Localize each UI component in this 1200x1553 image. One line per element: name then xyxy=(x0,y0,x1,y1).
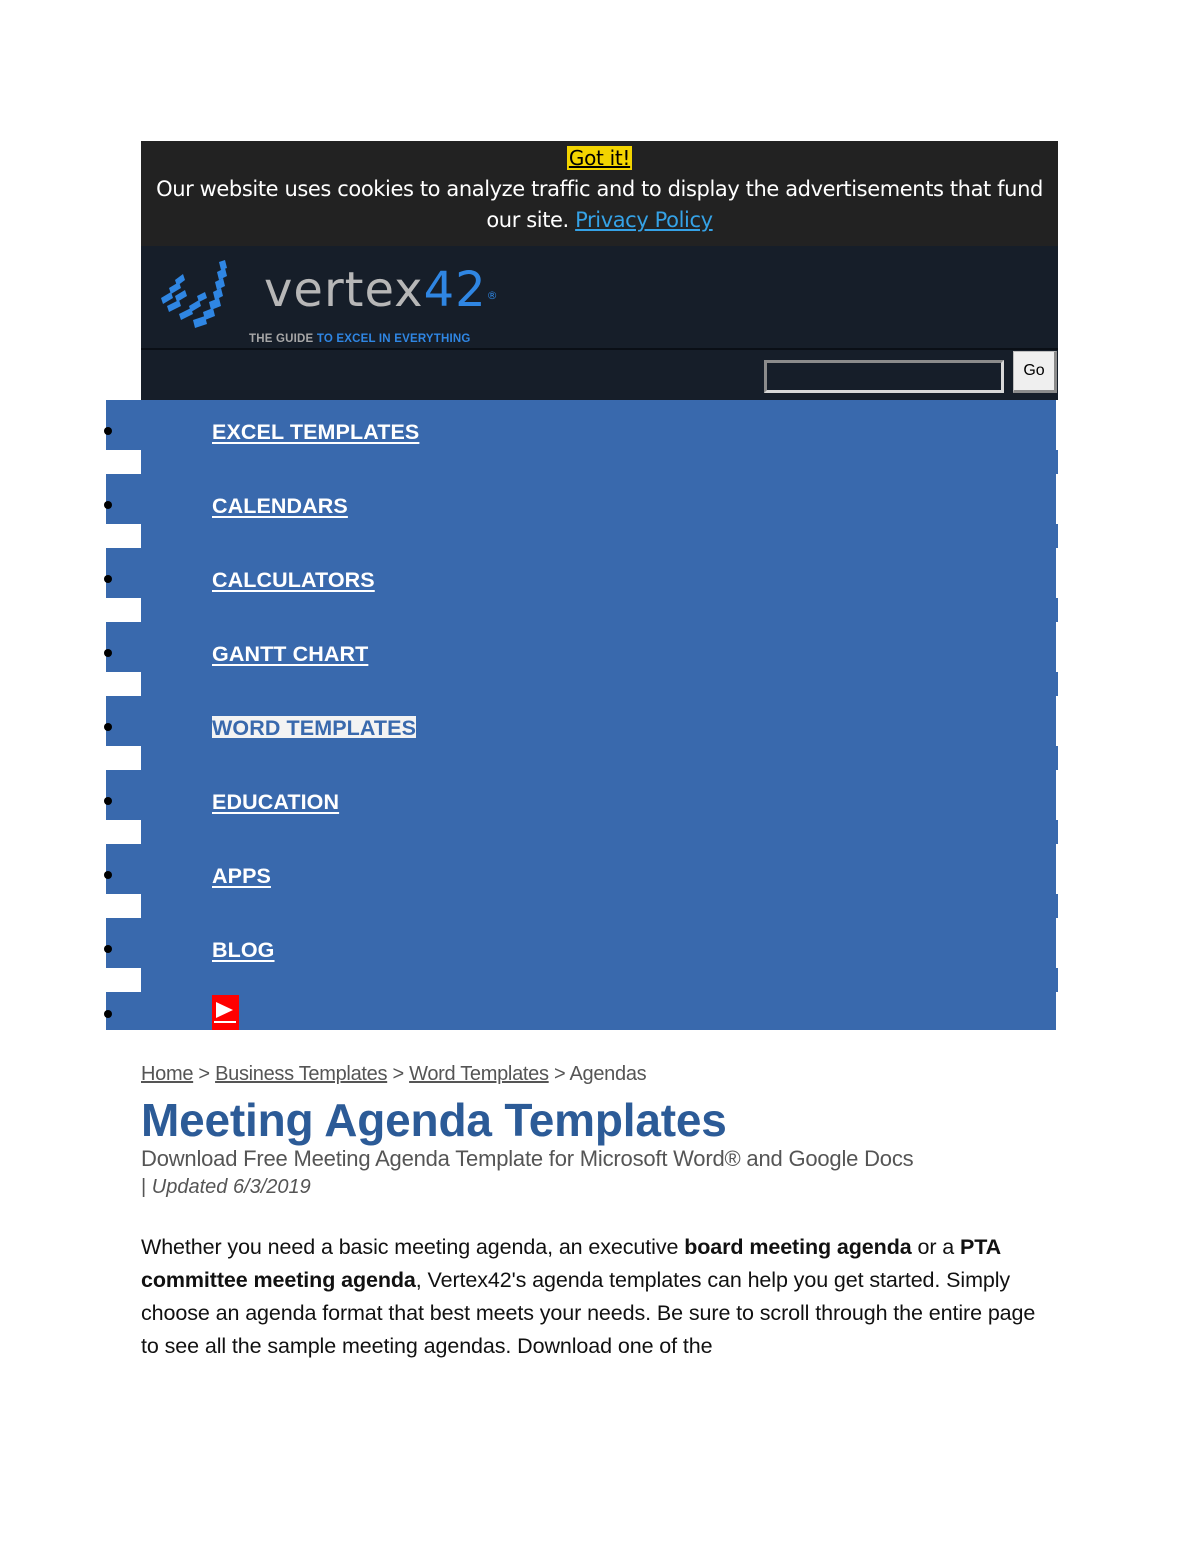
nav-item-apps: APPS xyxy=(0,844,1200,918)
bullet-icon xyxy=(104,797,112,805)
nav-link-word-templates[interactable]: WORD TEMPLATES xyxy=(212,716,417,740)
cookie-message: Our website uses cookies to analyze traf… xyxy=(141,174,1058,236)
logo-mark-icon xyxy=(161,260,227,328)
logo-tagline: THE GUIDE TO EXCEL IN EVERYTHING xyxy=(249,333,471,345)
breadcrumb-home[interactable]: Home xyxy=(141,1063,193,1085)
bullet-icon xyxy=(104,575,112,583)
separator-bar: | xyxy=(141,1176,147,1198)
nav-link-gantt-chart[interactable]: GANTT CHART xyxy=(212,642,368,666)
nav-item-youtube xyxy=(0,992,1200,1030)
nav-item-gantt-chart: GANTT CHART xyxy=(0,622,1200,696)
bullet-icon xyxy=(104,871,112,879)
nav-item-word-templates: WORD TEMPLATES xyxy=(0,696,1200,770)
vertex42-logo[interactable]: vertex42® THE GUIDE TO EXCEL IN EVERYTHI… xyxy=(159,258,499,345)
updated-date: | Updated 6/3/2019 xyxy=(141,1174,311,1200)
logo-word: vertex xyxy=(264,262,424,318)
registered-mark: ® xyxy=(486,289,499,302)
nav-item-education: EDUCATION xyxy=(0,770,1200,844)
breadcrumb-current: Agendas xyxy=(569,1063,647,1085)
link-underline xyxy=(214,1021,236,1023)
main-nav: EXCEL TEMPLATES CALENDARS CALCULATORS GA… xyxy=(0,400,1200,1030)
intro-text: or a xyxy=(911,1235,960,1259)
nav-link-excel-templates[interactable]: EXCEL TEMPLATES xyxy=(212,420,419,444)
breadcrumb-business-templates[interactable]: Business Templates xyxy=(215,1063,387,1085)
tagline-prefix: THE GUIDE xyxy=(249,333,314,345)
nav-link-calculators[interactable]: CALCULATORS xyxy=(212,568,375,592)
youtube-play-button[interactable] xyxy=(212,995,239,1030)
breadcrumb-word-templates[interactable]: Word Templates xyxy=(409,1063,549,1085)
search-bar: Go xyxy=(141,348,1058,400)
got-it-button[interactable]: Got it! xyxy=(566,146,633,170)
tagline-suffix: TO EXCEL IN EVERYTHING xyxy=(316,333,471,345)
bullet-icon xyxy=(104,723,112,731)
page-title: Meeting Agenda Templates xyxy=(141,1094,727,1146)
nav-item-blog: BLOG xyxy=(0,918,1200,992)
breadcrumb-separator: > xyxy=(198,1063,210,1085)
logo-wordmark: vertex42® xyxy=(264,264,499,316)
nav-link-education[interactable]: EDUCATION xyxy=(212,790,339,814)
intro-text: Whether you need a basic meeting agenda,… xyxy=(141,1235,685,1259)
nav-item-calendars: CALENDARS xyxy=(0,474,1200,548)
breadcrumb-separator: > xyxy=(392,1063,404,1085)
nav-link-apps[interactable]: APPS xyxy=(212,864,271,888)
bullet-icon xyxy=(104,945,112,953)
site-header: vertex42® THE GUIDE TO EXCEL IN EVERYTHI… xyxy=(141,246,1058,348)
breadcrumb: Home > Business Templates > Word Templat… xyxy=(141,1062,647,1086)
privacy-policy-link[interactable]: Privacy Policy xyxy=(575,208,713,232)
updated-text: Updated 6/3/2019 xyxy=(151,1176,311,1198)
nav-item-excel-templates: EXCEL TEMPLATES xyxy=(0,400,1200,474)
intro-bold-board: board meeting agenda xyxy=(684,1235,912,1259)
go-button[interactable]: Go xyxy=(1013,351,1057,393)
bullet-icon xyxy=(104,649,112,657)
breadcrumb-separator: > xyxy=(553,1063,566,1085)
nav-item-calculators: CALCULATORS xyxy=(0,548,1200,622)
bullet-icon xyxy=(104,1010,112,1018)
play-icon xyxy=(216,1002,233,1018)
intro-paragraph: Whether you need a basic meeting agenda,… xyxy=(141,1231,1051,1363)
bullet-icon xyxy=(104,501,112,509)
cookie-banner: Got it! Our website uses cookies to anal… xyxy=(141,141,1058,246)
page-subtitle: Download Free Meeting Agenda Template fo… xyxy=(141,1146,914,1171)
search-input[interactable] xyxy=(764,360,1004,393)
nav-link-calendars[interactable]: CALENDARS xyxy=(212,494,348,518)
bullet-icon xyxy=(104,427,112,435)
logo-number: 42 xyxy=(423,262,487,318)
nav-link-blog[interactable]: BLOG xyxy=(212,938,275,962)
